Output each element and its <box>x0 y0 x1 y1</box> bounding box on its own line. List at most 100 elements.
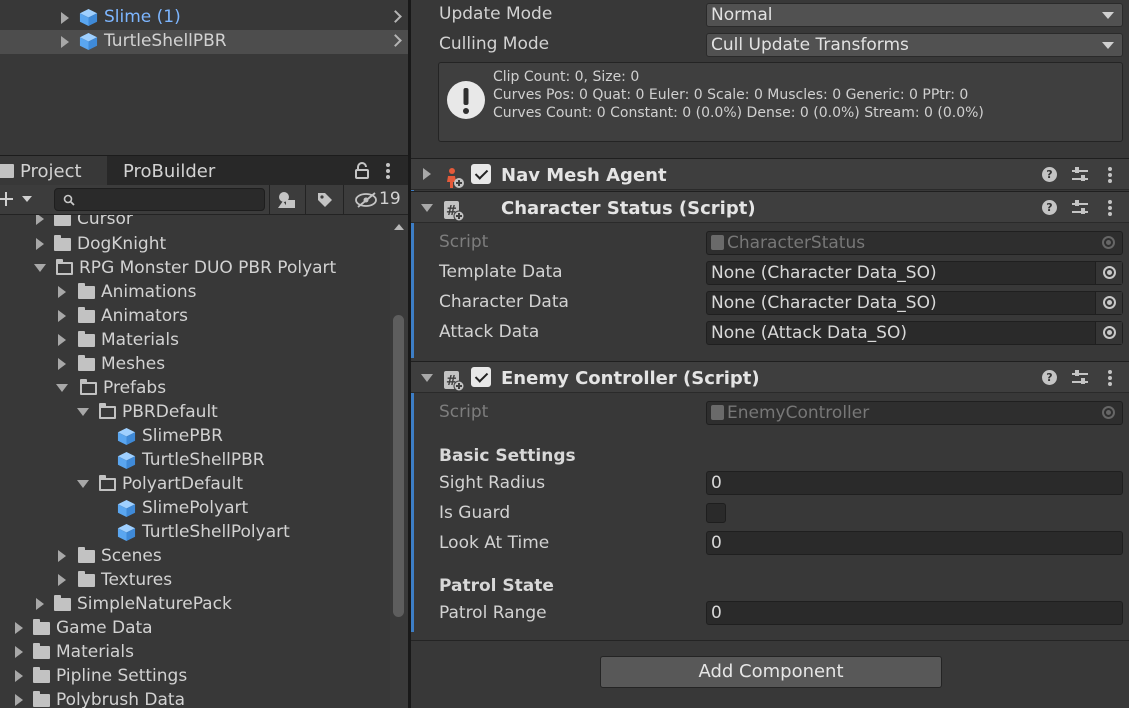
tree-item-label: PolyartDefault <box>122 474 244 494</box>
tree-item-simplenaturepack[interactable]: SimpleNaturePack <box>36 592 232 616</box>
hidden-packages-icon[interactable] <box>355 192 379 208</box>
enemy-controller-enabled-checkbox[interactable] <box>471 367 491 387</box>
template-data-field[interactable]: None (Character Data_SO) <box>706 261 1123 285</box>
expand-arrow-icon[interactable] <box>61 12 69 24</box>
culling-mode-dropdown[interactable]: Cull Update Transforms <box>706 33 1123 57</box>
nav-mesh-agent-header[interactable]: Nav Mesh Agent ? <box>411 158 1129 190</box>
hierarchy-item-turtleshellpbr[interactable]: TurtleShellPBR <box>0 30 408 54</box>
add-component-button[interactable]: Add Component <box>600 656 942 688</box>
character-data-label: Character Data <box>439 292 569 312</box>
help-icon[interactable]: ? <box>1042 167 1057 182</box>
expand-arrow-icon[interactable] <box>423 168 431 180</box>
presets-icon[interactable] <box>1072 167 1088 183</box>
tree-item-label: TurtleShellPolyart <box>142 522 290 542</box>
chevron-right-icon[interactable] <box>389 10 402 23</box>
tree-item-materials[interactable]: Materials <box>58 328 179 352</box>
tree-item-label: SlimePBR <box>142 426 223 446</box>
character-status-header[interactable]: # Character Status (Script) ? <box>411 191 1129 223</box>
more-options-icon[interactable] <box>1108 370 1112 386</box>
culling-mode-value: Cull Update Transforms <box>711 35 909 55</box>
object-picker-button[interactable] <box>1095 322 1122 344</box>
tree-item-turtleshellpolyart[interactable]: TurtleShellPolyart <box>117 520 290 544</box>
tree-item-scenes[interactable]: Scenes <box>58 544 162 568</box>
tree-item-label: Cursor <box>77 215 133 229</box>
presets-icon[interactable] <box>1072 200 1088 216</box>
collapse-arrow-icon[interactable] <box>77 480 89 488</box>
expand-arrow-icon[interactable] <box>58 574 66 586</box>
look-at-time-input[interactable]: 0 <box>706 531 1123 555</box>
expand-arrow-icon[interactable] <box>36 598 44 610</box>
search-input[interactable] <box>54 188 265 211</box>
folder-icon <box>78 354 95 371</box>
hierarchy-item-slime-1[interactable]: Slime (1) <box>0 6 408 30</box>
update-mode-dropdown[interactable]: Normal <box>706 3 1123 27</box>
tree-item-polybrush-data[interactable]: Polybrush Data <box>15 688 185 708</box>
lock-icon[interactable] <box>354 162 370 179</box>
expand-arrow-icon[interactable] <box>15 622 23 634</box>
collapse-arrow-icon[interactable] <box>77 408 89 416</box>
tree-item-animations[interactable]: Animations <box>58 280 197 304</box>
tree-item-label: PBRDefault <box>122 402 218 422</box>
filter-by-label-icon[interactable] <box>316 191 334 209</box>
expand-arrow-icon[interactable] <box>58 310 66 322</box>
patrol-range-input[interactable]: 0 <box>706 601 1123 625</box>
tree-item-textures[interactable]: Textures <box>58 568 172 592</box>
folder-open-icon <box>56 258 73 275</box>
scroll-up-icon[interactable] <box>394 224 404 230</box>
sight-radius-input[interactable]: 0 <box>706 471 1123 495</box>
tree-item-polyartdefault[interactable]: PolyartDefault <box>77 472 243 496</box>
tree-item-dogknight[interactable]: DogKnight <box>36 232 166 256</box>
expand-arrow-icon[interactable] <box>15 670 23 682</box>
character-data-field[interactable]: None (Character Data_SO) <box>706 291 1123 315</box>
attack-data-label: Attack Data <box>439 322 540 342</box>
filter-by-type-icon[interactable] <box>277 190 297 210</box>
tree-item-cursor[interactable]: Cursor <box>36 215 133 231</box>
help-icon[interactable]: ? <box>1042 370 1057 385</box>
expand-arrow-icon[interactable] <box>58 286 66 298</box>
folder-icon <box>0 164 14 178</box>
expand-arrow-icon[interactable] <box>15 646 23 658</box>
script-file-icon <box>711 235 724 250</box>
tree-item-label: Game Data <box>56 618 153 638</box>
expand-arrow-icon[interactable] <box>58 550 66 562</box>
more-options-icon[interactable] <box>1108 200 1112 216</box>
tree-item-materials-root[interactable]: Materials <box>15 640 134 664</box>
create-button[interactable] <box>0 189 36 211</box>
tree-item-pipline-settings[interactable]: Pipline Settings <box>15 664 187 688</box>
tab-probuilder[interactable]: ProBuilder <box>123 156 215 186</box>
object-picker-button[interactable] <box>1095 262 1122 284</box>
tree-item-pbrdefault[interactable]: PBRDefault <box>77 400 218 424</box>
attack-data-field[interactable]: None (Attack Data_SO) <box>706 321 1123 345</box>
project-scrollbar[interactable] <box>390 215 408 708</box>
tree-item-slimepolyart[interactable]: SlimePolyart <box>117 496 248 520</box>
collapse-arrow-icon[interactable] <box>34 264 46 272</box>
tree-item-game-data[interactable]: Game Data <box>15 616 153 640</box>
object-picker-button[interactable] <box>1095 292 1122 314</box>
tree-item-rpg-monster[interactable]: RPG Monster DUO PBR Polyart <box>34 256 336 280</box>
tree-item-prefabs[interactable]: Prefabs <box>56 376 166 400</box>
more-options-icon[interactable] <box>386 163 390 179</box>
help-icon[interactable]: ? <box>1042 200 1057 215</box>
collapse-arrow-icon[interactable] <box>421 374 433 382</box>
expand-arrow-icon[interactable] <box>36 238 44 250</box>
collapse-arrow-icon[interactable] <box>56 384 68 392</box>
expand-arrow-icon[interactable] <box>61 36 69 48</box>
tree-item-animators[interactable]: Animators <box>58 304 188 328</box>
folder-icon <box>33 642 50 659</box>
tree-item-slimepbr[interactable]: SlimePBR <box>117 424 223 448</box>
tab-project[interactable]: Project <box>0 156 107 186</box>
expand-arrow-icon[interactable] <box>58 334 66 346</box>
is-guard-checkbox[interactable] <box>706 503 726 523</box>
nav-mesh-agent-enabled-checkbox[interactable] <box>471 164 491 184</box>
expand-arrow-icon[interactable] <box>58 358 66 370</box>
tree-item-meshes[interactable]: Meshes <box>58 352 165 376</box>
expand-arrow-icon[interactable] <box>36 215 44 225</box>
presets-icon[interactable] <box>1072 370 1088 386</box>
enemy-controller-header[interactable]: # Enemy Controller (Script) ? <box>411 361 1129 393</box>
scroll-thumb[interactable] <box>393 315 404 617</box>
chevron-right-icon[interactable] <box>389 34 402 47</box>
tree-item-turtleshellpbr[interactable]: TurtleShellPBR <box>117 448 265 472</box>
more-options-icon[interactable] <box>1108 167 1112 183</box>
collapse-arrow-icon[interactable] <box>421 204 433 212</box>
expand-arrow-icon[interactable] <box>15 694 23 706</box>
